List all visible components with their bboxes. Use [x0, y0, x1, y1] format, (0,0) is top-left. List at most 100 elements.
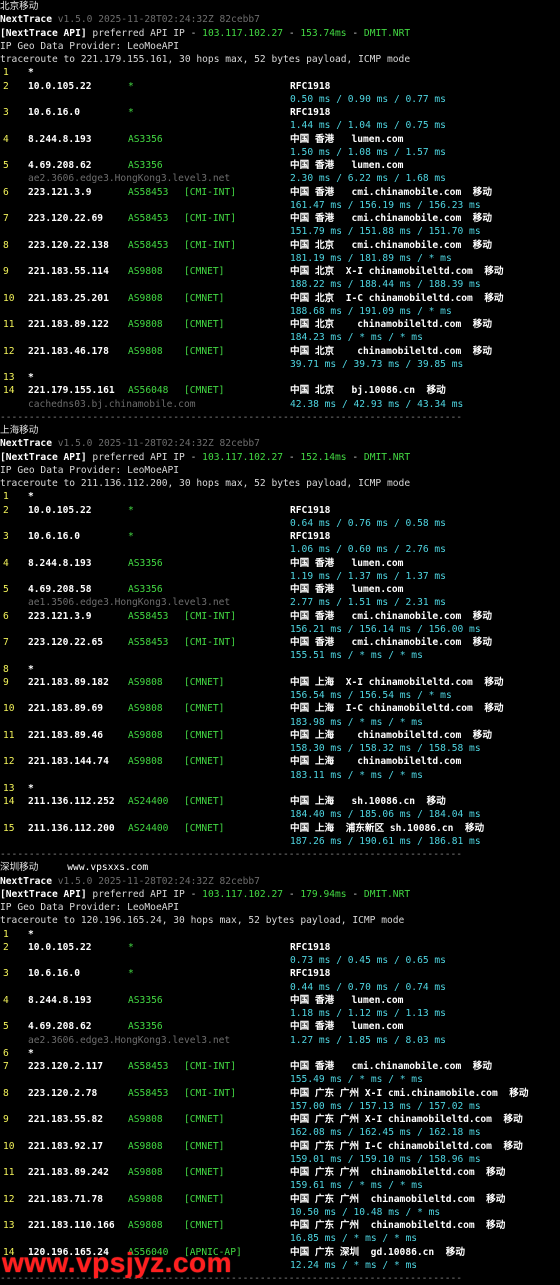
hop-asn: AS24400: [128, 796, 169, 807]
hop-tag: [CMI-INT]: [184, 213, 236, 224]
hop-latency: 39.71 ms / 39.73 ms / 39.85 ms: [290, 358, 464, 370]
hop-number: 12: [3, 1193, 15, 1205]
api-dash: -: [283, 451, 301, 463]
hop-tag: [CMNET]: [184, 319, 225, 330]
hop-tag: [CMI-INT]: [184, 610, 236, 622]
hop-ip: 4.69.208.62: [28, 1021, 92, 1033]
hop-asn: AS58453: [128, 1061, 169, 1072]
hop-detail-row: 158.30 ms / 158.32 ms / 158.58 ms: [0, 742, 560, 755]
hop-row: 11 221.183.89.242 AS9808 [CMNET] 中国 广东 广州 ch…: [0, 1166, 560, 1179]
hop-geo: 中国 广东 广州 X-I chinamobileltd.com 移动: [290, 1114, 523, 1125]
hop-tag: [CMNET]: [184, 703, 225, 715]
hop-ip: 223.120.22.69: [28, 213, 104, 224]
hop-number: 1: [3, 491, 9, 503]
hop-number: 1: [3, 928, 9, 940]
section-title: 深圳移动 www.vpsxxs.com: [0, 861, 560, 874]
hop-number: 6: [3, 610, 9, 622]
hop-detail-row: cachedns03.bj.chinamobile.com 42.38 ms / …: [0, 398, 560, 411]
hop-tag: [CMNET]: [184, 385, 225, 397]
hop-detail-row: 187.26 ms / 190.61 ms / 186.81 ms: [0, 835, 560, 848]
api-text: preferred API IP -: [92, 27, 197, 39]
hop-detail-row: 1.19 ms / 1.37 ms / 1.37 ms: [0, 570, 560, 583]
hop-number: 7: [3, 1061, 9, 1072]
hop-tag: [CMI-INT]: [184, 1087, 236, 1099]
hop-ip: *: [28, 372, 34, 383]
hop-row: 7 223.120.22.69 AS58453 [CMI-INT] 中国 香港 cmi.…: [0, 212, 560, 225]
hop-ip: 221.183.110.166: [28, 1220, 115, 1231]
hop-asn: AS3356: [128, 160, 163, 171]
hop-rdns: ae1.3506.edge3.HongKong3.level3.net: [28, 597, 231, 609]
hop-ip: 10.0.105.22: [28, 504, 92, 516]
hop-number: 9: [3, 1114, 9, 1125]
hop-latency: 187.26 ms / 190.61 ms / 186.81 ms: [290, 835, 481, 847]
hop-detail-row: 0.64 ms / 0.76 ms / 0.58 ms: [0, 517, 560, 530]
hop-latency: 181.19 ms / 181.89 ms / * ms: [290, 252, 452, 264]
hop-ip: 223.120.22.138: [28, 239, 109, 251]
hop-number: 7: [3, 637, 9, 648]
hop-number: 10: [3, 1140, 15, 1152]
hop-tag: [CMI-INT]: [184, 1061, 236, 1072]
hop-geo: RFC1918: [290, 531, 331, 542]
hop-row: 6 223.121.3.9 AS58453 [CMI-INT] 中国 香港 cmi.ch…: [0, 610, 560, 623]
hop-row: 4 8.244.8.193 AS3356 中国 香港 lumen.com: [0, 133, 560, 146]
hop-detail-row: 159.01 ms / 159.10 ms / 158.96 ms: [0, 1153, 560, 1166]
hop-asn: *: [128, 80, 134, 92]
hop-latency: 16.85 ms / * ms / * ms: [290, 1233, 418, 1245]
product-version: v1.5.0 2025-11-28T02:24:32Z 82cebb7: [57, 875, 260, 887]
terminal-window: { "header": { "product": "NextTrace", "v…: [0, 0, 560, 1284]
separator-text: ----------------------------------------…: [0, 849, 463, 860]
hop-detail-row: 1.50 ms / 1.08 ms / 1.57 ms: [0, 146, 560, 159]
api-dash: -: [346, 27, 364, 39]
traceroute-line: traceroute to 221.179.155.161, 30 hops m…: [0, 53, 560, 66]
hop-latency: 42.38 ms / 42.93 ms / 43.34 ms: [290, 398, 464, 410]
api-latency: 152.14ms: [300, 451, 347, 463]
api-dash: -: [283, 27, 301, 39]
hop-latency: 184.23 ms / * ms / * ms: [290, 332, 423, 344]
hop-row: 12 221.183.71.78 AS9808 [CMNET] 中国 广东 广州 chi…: [0, 1193, 560, 1206]
hop-geo: 中国 广东 深圳 gd.10086.cn 移动: [290, 1246, 465, 1258]
hop-latency: 1.44 ms / 1.04 ms / 0.75 ms: [290, 120, 446, 132]
hop-detail-row: 16.85 ms / * ms / * ms: [0, 1232, 560, 1245]
hop-tag: [CMI-INT]: [184, 239, 236, 251]
geo-provider: IP Geo Data Provider: LeoMoeAPI: [0, 40, 180, 52]
hop-asn: AS9808: [128, 756, 163, 768]
hop-geo: 中国 广东 广州 X-I cmi.chinamobile.com 移动: [290, 1087, 529, 1099]
hop-row: 11 221.183.89.122 AS9808 [CMNET] 中国 北京 china…: [0, 318, 560, 331]
hop-number: 10: [3, 292, 15, 304]
product-version: v1.5.0 2025-11-28T02:24:32Z 82cebb7: [57, 14, 260, 26]
hop-geo: 中国 香港 lumen.com: [290, 133, 404, 145]
hop-geo: RFC1918: [290, 80, 331, 92]
hop-row: 1 *: [0, 490, 560, 503]
hop-asn: AS9808: [128, 266, 163, 277]
hop-detail-row: 155.49 ms / * ms / * ms: [0, 1073, 560, 1086]
hop-number: 11: [3, 1167, 15, 1178]
api-dash: -: [346, 451, 364, 463]
hop-latency: 159.61 ms / * ms / * ms: [290, 1180, 423, 1192]
hop-number: 13: [3, 1220, 15, 1231]
hop-latency: 156.21 ms / 156.14 ms / 156.00 ms: [290, 623, 481, 635]
hop-row: 15 211.136.112.200 AS24400 [CMNET] 中国 上海 浦东新…: [0, 822, 560, 835]
hop-row: 1 *: [0, 66, 560, 79]
product-name: NextTrace: [0, 438, 52, 450]
hop-number: 6: [3, 186, 9, 198]
hop-geo: 中国 香港 cmi.chinamobile.com 移动: [290, 637, 492, 648]
hop-asn: AS3356: [128, 1021, 163, 1033]
hop-geo: 中国 北京 I-C chinamobileltd.com 移动: [290, 292, 504, 304]
hop-detail-row: 0.44 ms / 0.70 ms / 0.74 ms: [0, 981, 560, 994]
hop-latency: 183.11 ms / * ms / * ms: [290, 769, 423, 781]
hop-tag: [CMNET]: [184, 1140, 225, 1152]
hop-number: 8: [3, 239, 9, 251]
product-name: NextTrace: [0, 14, 52, 26]
hop-latency: 1.06 ms / 0.60 ms / 2.76 ms: [290, 544, 446, 556]
hop-detail-row: 39.71 ms / 39.73 ms / 39.85 ms: [0, 358, 560, 371]
hop-row: 8 *: [0, 663, 560, 676]
section-separator: ----------------------------------------…: [0, 848, 560, 861]
hop-tag: [CMNET]: [184, 729, 225, 741]
hop-latency: 1.50 ms / 1.08 ms / 1.57 ms: [290, 146, 446, 158]
hop-detail-row: 151.79 ms / 151.88 ms / 151.70 ms: [0, 225, 560, 238]
api-ip: 103.117.102.27: [202, 888, 284, 900]
hop-tag: [CMNET]: [184, 292, 225, 304]
hop-asn: AS9808: [128, 1140, 163, 1152]
hop-asn: AS24400: [128, 822, 169, 834]
hop-row: 2 10.0.105.22 * RFC1918: [0, 941, 560, 954]
